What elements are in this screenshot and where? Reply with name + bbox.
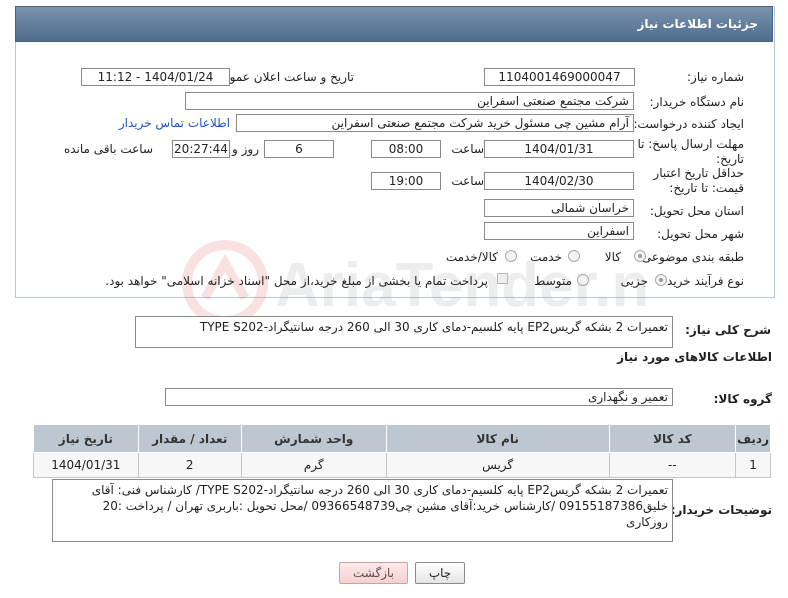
subject-class-label: طبقه بندی موضوعی: (637, 250, 744, 264)
col-need-date: تاریخ نیاز (33, 424, 139, 453)
radio-minor-label: جزیی (620, 274, 648, 288)
table-header-row: ردیف کد کالا نام کالا واحد شمارش تعداد /… (33, 424, 771, 453)
buyer-org-field: شرکت مجتمع صنعتی اسفراین (185, 92, 634, 110)
general-desc-label: شرح کلی نیاز: (685, 323, 771, 337)
time-remaining-label: ساعت باقی مانده (63, 142, 153, 156)
cell-need-date: 1404/01/31 (33, 452, 139, 478)
cell-name: گریس (385, 452, 610, 478)
cell-row: 1 (735, 452, 771, 478)
goods-group-field: تعمیر و نگهداری (165, 388, 673, 406)
panel-title: جزئیات اطلاعات نیاز (637, 17, 758, 31)
items-table: ردیف کد کالا نام کالا واحد شمارش تعداد /… (33, 424, 771, 478)
treasury-checkbox[interactable] (497, 273, 508, 284)
col-qty: تعداد / مقدار (137, 424, 242, 453)
radio-service[interactable] (568, 250, 580, 262)
table-row: 1 -- گریس گرم 2 1404/01/31 (33, 452, 771, 478)
validity-date-field: 1404/02/30 (484, 172, 634, 190)
cell-unit: گرم (240, 452, 387, 478)
cell-code: -- (608, 452, 737, 478)
radio-medium-label: متوسط (534, 274, 572, 288)
reply-hour-label: ساعت (451, 142, 484, 156)
radio-medium[interactable] (577, 274, 589, 286)
print-button[interactable]: چاپ (415, 562, 465, 584)
panel-header: جزئیات اطلاعات نیاز (15, 6, 773, 42)
purchase-type-label: نوع فرآیند خرید : (659, 274, 744, 288)
radio-goods-service[interactable] (505, 250, 517, 262)
need-number-field: 1104001469000047 (484, 68, 635, 86)
radio-goods[interactable] (634, 250, 646, 262)
announce-datetime-field: 1404/01/24 - 11:12 (81, 68, 230, 86)
col-code: کد کالا (608, 424, 737, 453)
requester-field: آرام مشین چی مسئول خرید شرکت مجتمع صنعتی… (236, 114, 634, 132)
days-field: 6 (264, 140, 334, 158)
announce-datetime-label: تاریخ و ساعت اعلان عمومی: (209, 70, 354, 84)
cell-qty: 2 (137, 452, 242, 478)
validity-hour-label: ساعت (451, 174, 484, 188)
remaining-time-field: 20:27:44 (172, 140, 230, 158)
back-button[interactable]: بازگشت (339, 562, 408, 584)
validity-time-field: 19:00 (371, 172, 441, 190)
requester-label: ایجاد کننده درخواست: (633, 117, 744, 131)
delivery-city-label: شهر محل تحویل: (657, 227, 744, 241)
radio-goods-service-label: کالا/خدمت (445, 250, 498, 264)
radio-goods-label: کالا (604, 250, 621, 264)
reply-deadline-label: مهلت ارسال پاسخ: تا تاریخ: (637, 137, 744, 166)
goods-group-label: گروه کالا: (713, 392, 772, 406)
city-field: اسفراین (484, 222, 634, 240)
need-number-label: شماره نیاز: (687, 70, 744, 84)
goods-info-heading: اطلاعات کالاهای مورد نیاز (617, 350, 772, 364)
buyer-org-label: نام دستگاه خریدار: (649, 95, 745, 109)
province-field: خراسان شمالی (484, 199, 634, 217)
price-validity-label: حداقل تاریخ اعتبار قیمت: تا تاریخ: (653, 166, 744, 195)
col-unit: واحد شمارش (240, 424, 387, 453)
col-row: ردیف (735, 424, 771, 453)
buyer-contact-link[interactable]: اطلاعات تماس خریدار (119, 116, 230, 130)
treasury-note: پرداخت تمام یا بخشی از مبلغ خرید،از محل … (105, 274, 488, 288)
radio-minor[interactable] (655, 274, 667, 286)
reply-date-field: 1404/01/31 (484, 140, 634, 158)
buyer-notes-label: توضیحات خریدار: (670, 503, 772, 517)
buyer-notes-field: تعمیرات 2 بشکه گریسEP2 پایه کلسیم-دمای ک… (52, 479, 673, 542)
delivery-province-label: استان محل تحویل: (649, 204, 744, 218)
radio-service-label: خدمت (530, 250, 562, 264)
day-and-label: روز و (232, 142, 259, 156)
col-name: نام کالا (385, 424, 610, 453)
general-desc-field: تعمیرات 2 بشکه گریسEP2 پایه کلسیم-دمای ک… (135, 316, 673, 348)
reply-time-field: 08:00 (371, 140, 441, 158)
